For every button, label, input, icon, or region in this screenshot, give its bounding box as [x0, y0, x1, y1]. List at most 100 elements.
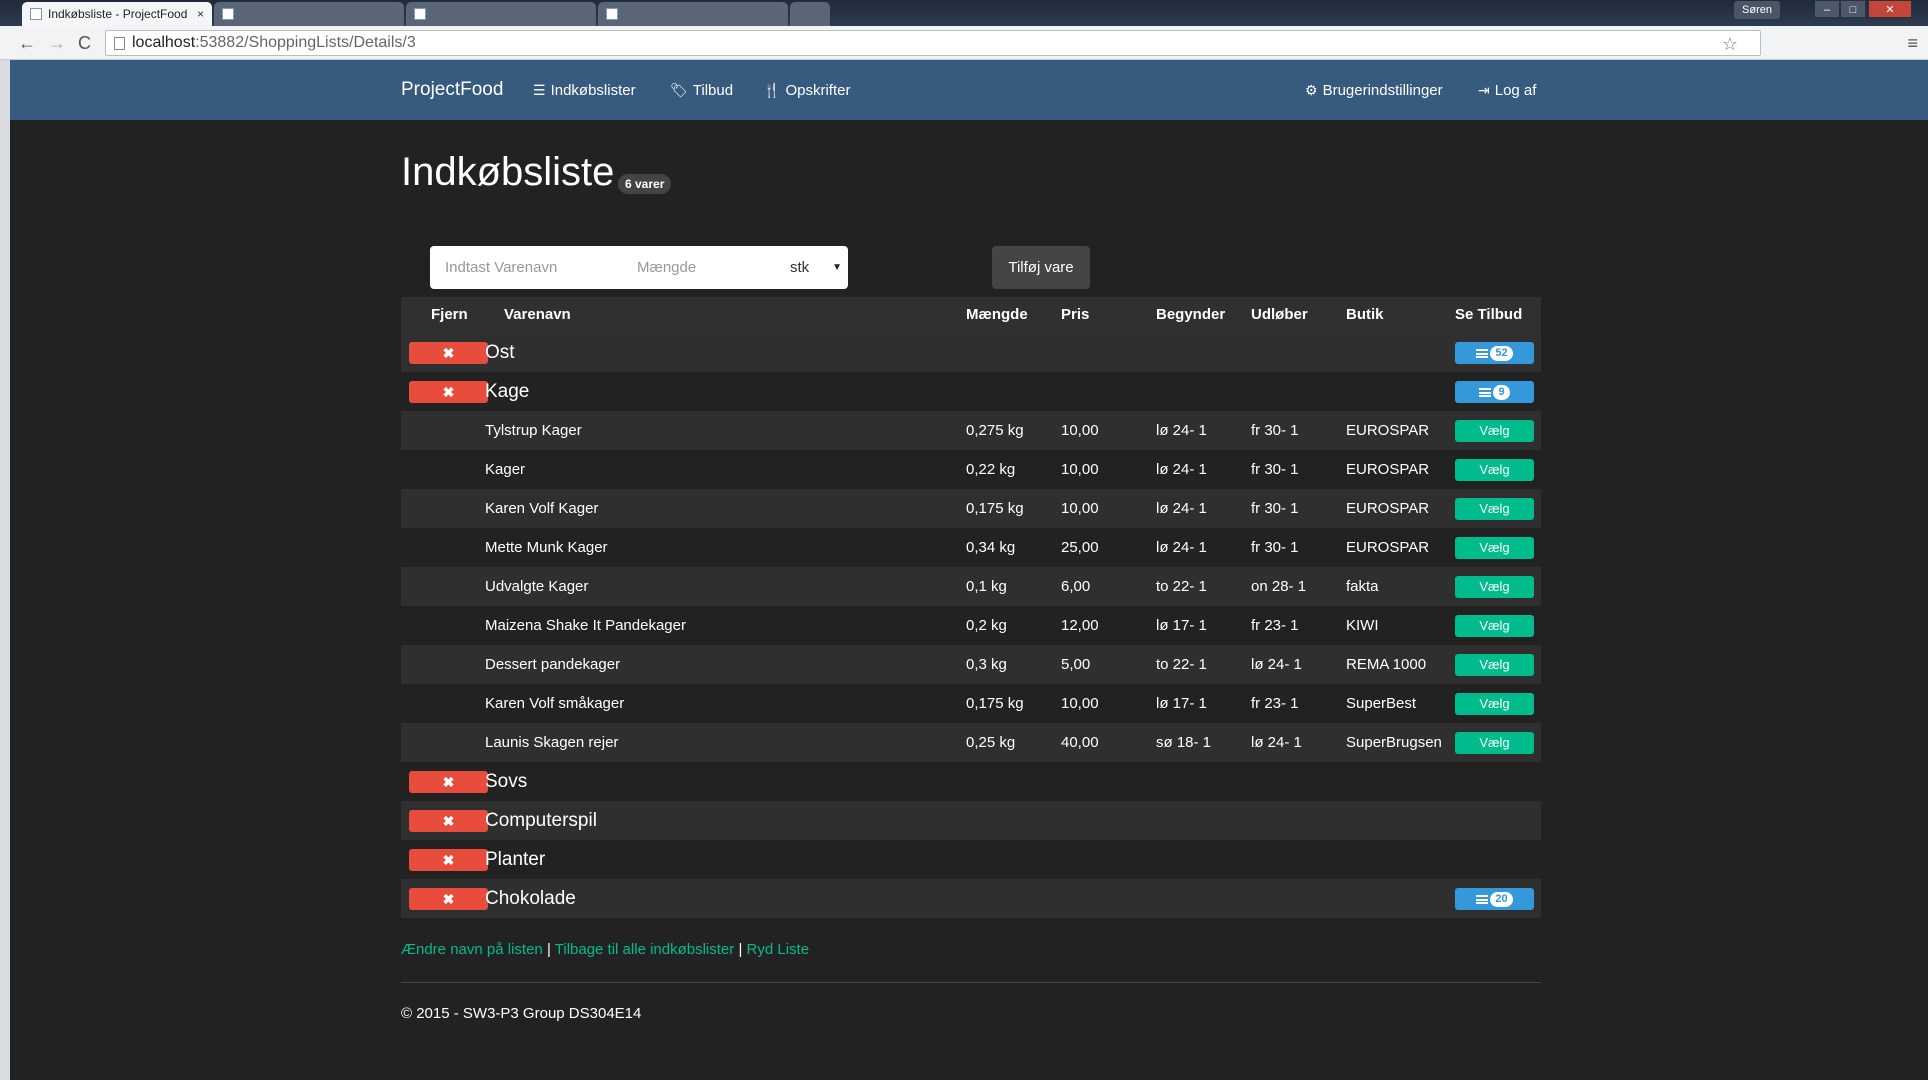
list-icon: ☰	[533, 82, 546, 98]
unit-select-value: stk	[790, 259, 810, 276]
url-host: localhost	[132, 34, 196, 51]
choose-offer-button[interactable]: Vælg	[1455, 654, 1534, 676]
offer-name: Karen Volf Kager	[485, 500, 599, 517]
nav-link-recipes[interactable]: 🍴 Opskrifter	[763, 60, 850, 121]
close-icon: ✖	[442, 891, 455, 907]
offer-end: fr 23- 1	[1251, 695, 1299, 712]
offer-price: 10,00	[1061, 695, 1099, 712]
clear-list-link[interactable]: Ryd Liste	[747, 941, 810, 958]
back-icon[interactable]: ←	[18, 33, 36, 53]
table-row: ✖ Kage 9	[401, 372, 1541, 411]
tab-close-icon[interactable]: ×	[197, 2, 204, 26]
offer-end: fr 30- 1	[1251, 422, 1299, 439]
nav-link-label: Indkøbslister	[550, 82, 636, 99]
nav-link-shopping-lists[interactable]: ☰ Indkøbslister	[533, 60, 636, 121]
offer-row: Karen Volf Kager 0,175 kg 10,00 lø 24- 1 fr …	[401, 489, 1541, 528]
rename-list-link[interactable]: Ændre navn på listen	[401, 941, 543, 958]
column-header-name: Varenavn	[504, 306, 571, 323]
column-header-amount: Mængde	[966, 306, 1028, 323]
remove-item-button[interactable]: ✖	[409, 342, 488, 364]
offer-price: 40,00	[1061, 734, 1099, 751]
back-to-lists-link[interactable]: Tilbage til alle indkøbslister	[555, 941, 735, 958]
choose-offer-button[interactable]: Vælg	[1455, 420, 1534, 442]
offer-count-badge: 9	[1493, 385, 1510, 401]
offer-price: 25,00	[1061, 539, 1099, 556]
page-favicon-icon	[30, 8, 42, 20]
choose-offer-button[interactable]: Vælg	[1455, 576, 1534, 598]
item-amount-input[interactable]	[637, 246, 777, 289]
remove-item-button[interactable]: ✖	[409, 381, 488, 403]
bookmark-star-icon[interactable]: ☆	[1722, 32, 1738, 56]
see-offers-button[interactable]: 9	[1455, 381, 1534, 403]
offer-end: lø 24- 1	[1251, 734, 1302, 751]
item-name: Sovs	[485, 771, 528, 792]
offer-end: fr 30- 1	[1251, 500, 1299, 517]
item-name-input[interactable]	[445, 246, 625, 289]
unit-select[interactable]: stk ▼	[782, 246, 848, 289]
browser-tab-active[interactable]: Indkøbsliste - ProjectFood ×	[22, 2, 212, 26]
item-name: Ost	[485, 342, 515, 363]
browser-tab[interactable]	[406, 2, 596, 26]
remove-item-button[interactable]: ✖	[409, 810, 488, 832]
offer-amount: 0,22 kg	[966, 461, 1016, 478]
address-bar[interactable]: localhost:53882/ShoppingLists/Details/3 …	[105, 30, 1761, 56]
browser-tab[interactable]	[214, 2, 404, 26]
brand-link[interactable]: ProjectFood	[401, 60, 503, 120]
list-icon	[1479, 388, 1492, 398]
column-header-remove: Fjern	[431, 306, 468, 323]
nav-link-user-settings[interactable]: ⚙ Brugerindstillinger	[1305, 60, 1443, 121]
site-navbar: ProjectFood ☰ Indkøbslister 🏷 Tilbud 🍴 Opsk…	[10, 60, 1928, 120]
offer-start: lø 24- 1	[1156, 539, 1207, 556]
nav-link-label: Tilbud	[692, 82, 734, 99]
browser-tab[interactable]	[598, 2, 788, 26]
choose-offer-button[interactable]: Vælg	[1455, 615, 1534, 637]
remove-item-button[interactable]: ✖	[409, 771, 488, 793]
minimize-button[interactable]: –	[1814, 0, 1840, 18]
new-tab-button[interactable]	[790, 2, 830, 26]
offer-amount: 0,34 kg	[966, 539, 1016, 556]
add-item-button[interactable]: Tilføj vare	[992, 246, 1090, 289]
choose-offer-button[interactable]: Vælg	[1455, 498, 1534, 520]
offer-price: 10,00	[1061, 500, 1099, 517]
table-row: ✖ Ost 52	[401, 333, 1541, 372]
reload-icon[interactable]: C	[78, 33, 91, 53]
choose-offer-button[interactable]: Vælg	[1455, 732, 1534, 754]
list-icon	[1476, 895, 1489, 905]
offer-row: Launis Skagen rejer 0,25 kg 40,00 sø 18- 1 l…	[401, 723, 1541, 762]
forward-icon[interactable]: →	[48, 33, 66, 53]
browser-menu-icon[interactable]: ≡	[1907, 33, 1918, 53]
offer-amount: 0,25 kg	[966, 734, 1016, 751]
offer-end: fr 30- 1	[1251, 539, 1299, 556]
offer-end: fr 23- 1	[1251, 617, 1299, 634]
footer-divider	[401, 982, 1541, 983]
see-offers-button[interactable]: 20	[1455, 888, 1534, 910]
list-actions: Ændre navn på listen | Tilbage til alle …	[401, 941, 809, 958]
browser-user-badge[interactable]: Søren	[1734, 1, 1780, 19]
column-header-price: Pris	[1061, 306, 1090, 323]
column-header-end: Udløber	[1251, 306, 1308, 323]
choose-offer-button[interactable]: Vælg	[1455, 459, 1534, 481]
choose-offer-button[interactable]: Vælg	[1455, 693, 1534, 715]
page-favicon-icon	[222, 8, 234, 20]
close-window-button[interactable]: ✕	[1868, 0, 1912, 18]
shopping-list-table: Fjern Varenavn Mængde Pris Begynder Udlø…	[401, 297, 1541, 918]
see-offers-button[interactable]: 52	[1455, 342, 1534, 364]
item-name: Computerspil	[485, 810, 597, 831]
offer-row: Tylstrup Kager 0,275 kg 10,00 lø 24- 1 fr 30…	[401, 411, 1541, 450]
remove-item-button[interactable]: ✖	[409, 888, 488, 910]
nav-link-logout[interactable]: ⇥ Log af	[1478, 60, 1536, 121]
chevron-down-icon: ▼	[832, 262, 842, 273]
page-favicon-icon	[606, 8, 618, 20]
gear-icon: ⚙	[1305, 82, 1318, 98]
page-title: Indkøbsliste	[401, 150, 615, 194]
choose-offer-button[interactable]: Vælg	[1455, 537, 1534, 559]
offer-start: lø 17- 1	[1156, 695, 1207, 712]
offer-name: Udvalgte Kager	[485, 578, 589, 595]
remove-item-button[interactable]: ✖	[409, 849, 488, 871]
column-header-start: Begynder	[1156, 306, 1226, 323]
maximize-button[interactable]: □	[1840, 0, 1866, 18]
offer-store: EUROSPAR	[1346, 500, 1430, 517]
nav-link-offers[interactable]: 🏷 Tilbud	[670, 60, 733, 121]
offer-store: EUROSPAR	[1346, 539, 1430, 556]
table-row: ✖ Computerspil	[401, 801, 1541, 840]
